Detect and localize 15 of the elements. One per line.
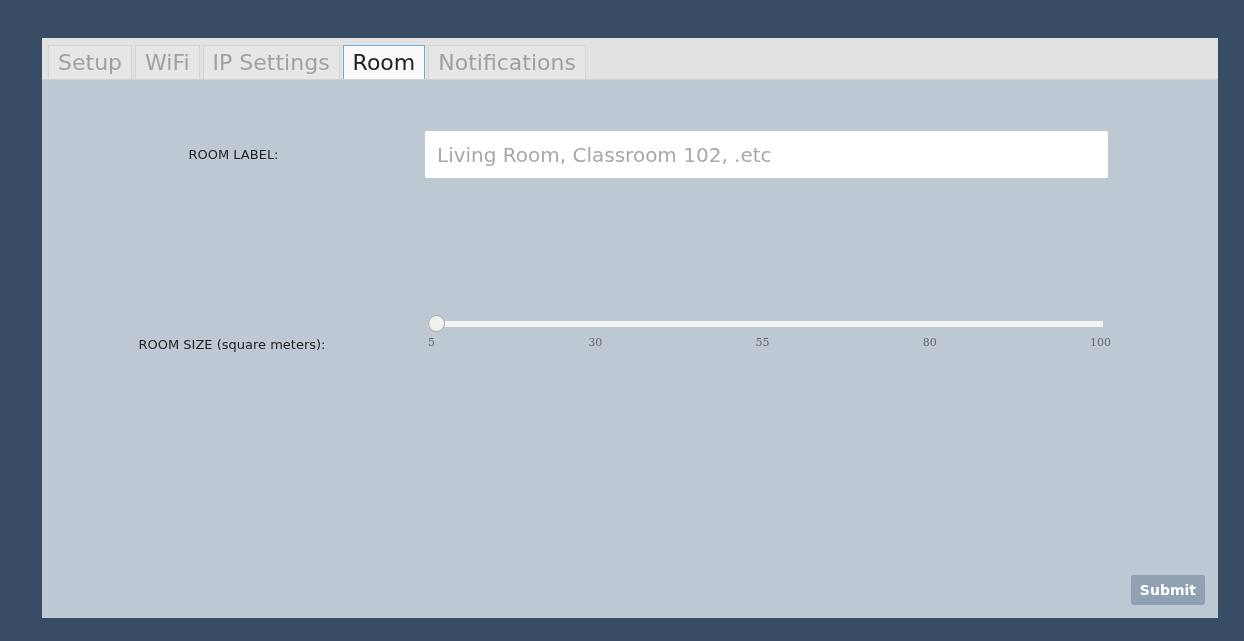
- tick-label: 55: [755, 336, 770, 349]
- tick-label: 30: [588, 336, 603, 349]
- tick-label: 80: [922, 336, 937, 349]
- tab[interactable]: IP Settings: [202, 45, 340, 79]
- tab[interactable]: Room: [342, 45, 426, 79]
- tab[interactable]: Notifications: [428, 45, 586, 79]
- tab[interactable]: WiFi: [135, 45, 200, 79]
- room-size-label: ROOM SIZE (square meters):: [137, 337, 327, 352]
- room-label-field[interactable]: Living Room, Classroom 102, .etc: [425, 131, 1108, 178]
- tick-label: 100: [1090, 336, 1111, 349]
- submit-button[interactable]: Submit: [1130, 575, 1205, 605]
- tick-label: 5: [428, 336, 435, 349]
- tab[interactable]: Setup: [48, 45, 133, 79]
- slider-thumb[interactable]: [428, 315, 445, 332]
- room-label-label: ROOM LABEL:: [187, 147, 280, 162]
